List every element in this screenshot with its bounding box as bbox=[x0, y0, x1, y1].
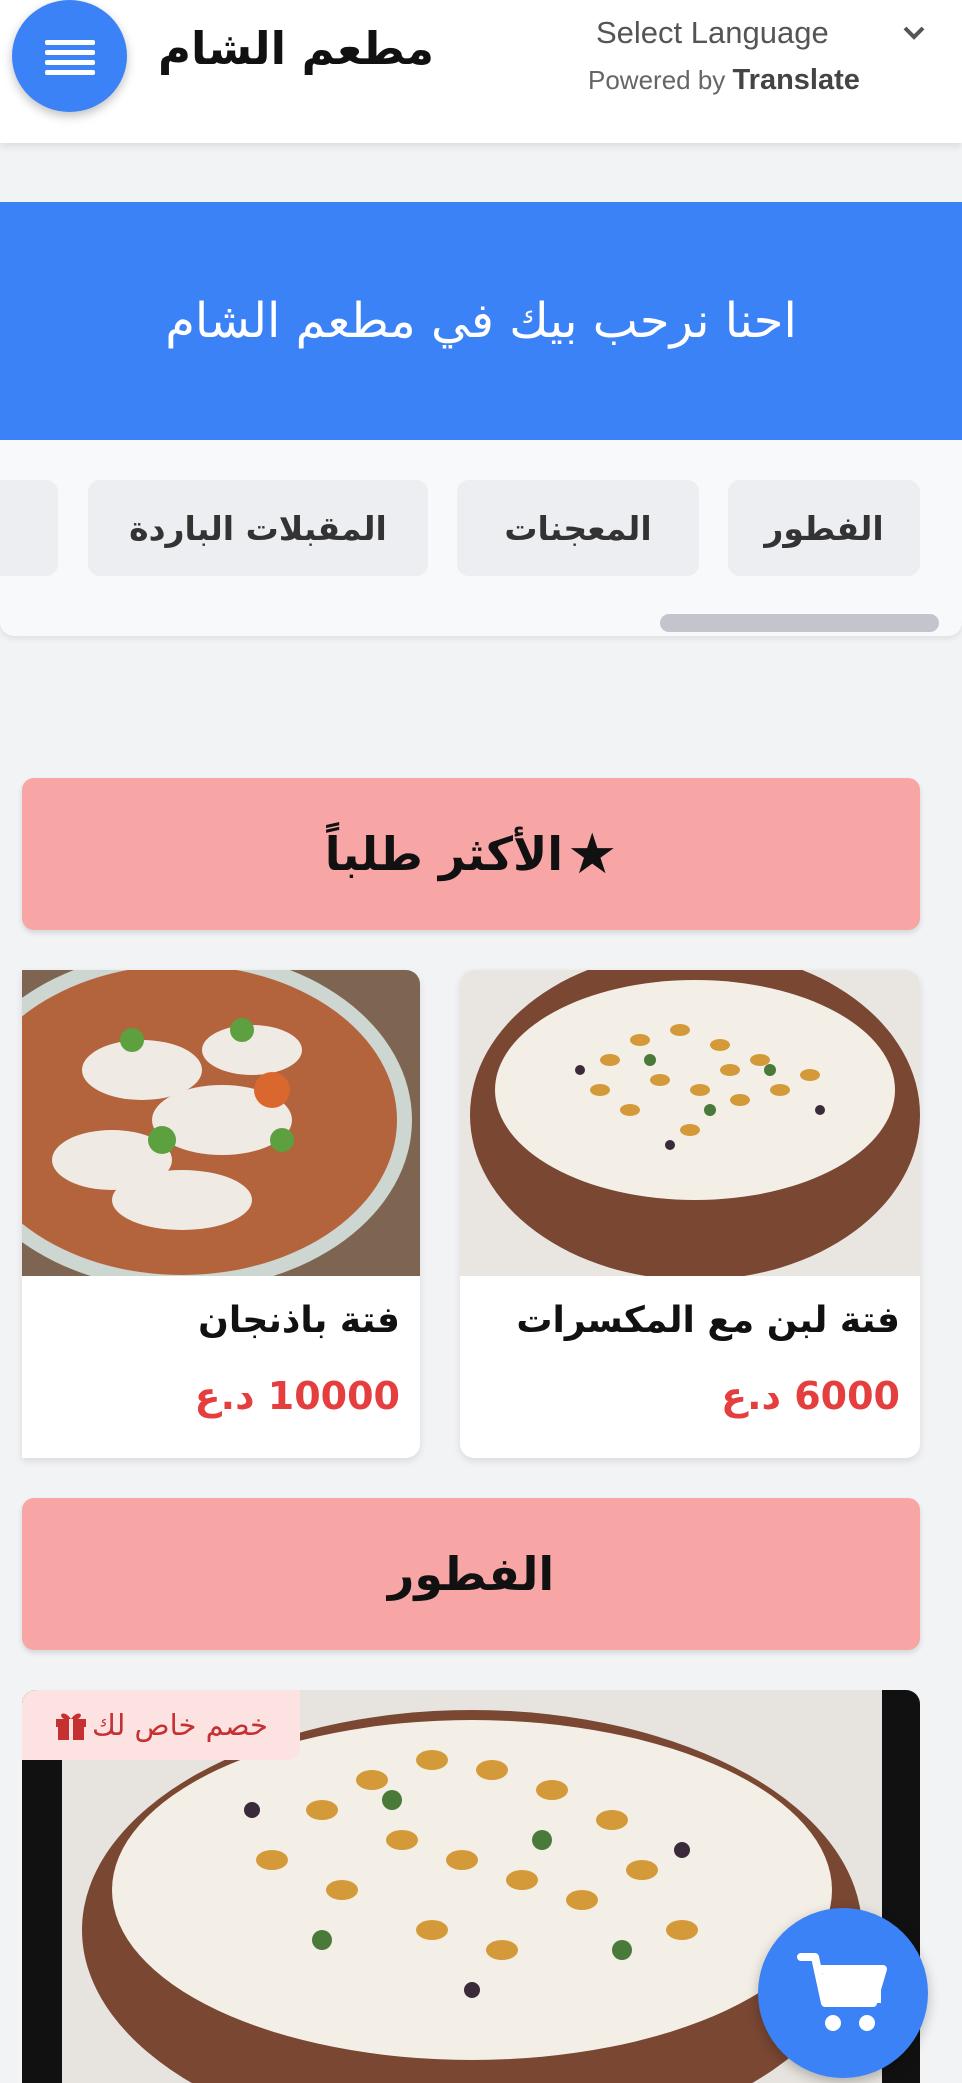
hamburger-icon bbox=[44, 40, 95, 75]
language-select-label: Select Language bbox=[596, 15, 829, 50]
welcome-banner: احنا نرحب بيك في مطعم الشام bbox=[0, 202, 962, 440]
cart-button[interactable] bbox=[758, 1908, 928, 2078]
product-card[interactable]: فتة لبن مع المكسرات 6000 د.ع bbox=[460, 970, 920, 1458]
section-title-breakfast: الفطور bbox=[387, 1547, 555, 1601]
product-card[interactable]: فتة باذنجان 10000 د.ع bbox=[22, 970, 420, 1458]
category-tab-cold-appetizers[interactable]: المقبلات الباردة bbox=[88, 480, 428, 576]
gift-icon bbox=[56, 1713, 87, 1740]
product-price: 10000 د.ع bbox=[194, 1374, 400, 1418]
chevron-down-icon bbox=[903, 26, 925, 40]
product-image-fatteh-laban bbox=[460, 970, 920, 1276]
translate-link[interactable]: Translate bbox=[733, 64, 860, 96]
product-price: 6000 د.ع bbox=[721, 1374, 900, 1418]
category-tabs: الفطور المعجنات المقبلات الباردة ال bbox=[0, 440, 962, 636]
star-icon: ★ bbox=[567, 821, 618, 887]
section-header-breakfast: الفطور bbox=[22, 1498, 920, 1650]
powered-by-label: Powered by bbox=[588, 65, 726, 95]
section-header-popular: ★ الأكثر طلباً bbox=[22, 778, 920, 930]
powered-by-text: Powered by Translate bbox=[588, 64, 908, 104]
language-select[interactable]: Select Language bbox=[596, 10, 926, 56]
cart-icon bbox=[797, 1953, 887, 2031]
discount-badge-text: خصم خاص لك bbox=[92, 1708, 268, 1742]
discount-badge: خصم خاص لك bbox=[22, 1690, 300, 1760]
horizontal-scrollbar[interactable] bbox=[660, 614, 939, 632]
section-title-popular: الأكثر طلباً bbox=[324, 827, 564, 881]
category-tab-breakfast[interactable]: الفطور bbox=[728, 480, 920, 576]
welcome-text: احنا نرحب بيك في مطعم الشام bbox=[165, 293, 797, 349]
menu-button[interactable] bbox=[12, 0, 127, 112]
top-header: مطعم الشام Select Language Powered by Tr… bbox=[0, 0, 962, 143]
product-name: فتة لبن مع المكسرات bbox=[516, 1300, 900, 1341]
product-name: فتة باذنجان bbox=[198, 1300, 400, 1341]
product-image-fatteh-eggplant bbox=[22, 970, 420, 1276]
category-tab-pastries[interactable]: المعجنات bbox=[457, 480, 699, 576]
restaurant-name: مطعم الشام bbox=[158, 22, 435, 75]
category-tab-partial[interactable]: ال bbox=[0, 480, 58, 576]
